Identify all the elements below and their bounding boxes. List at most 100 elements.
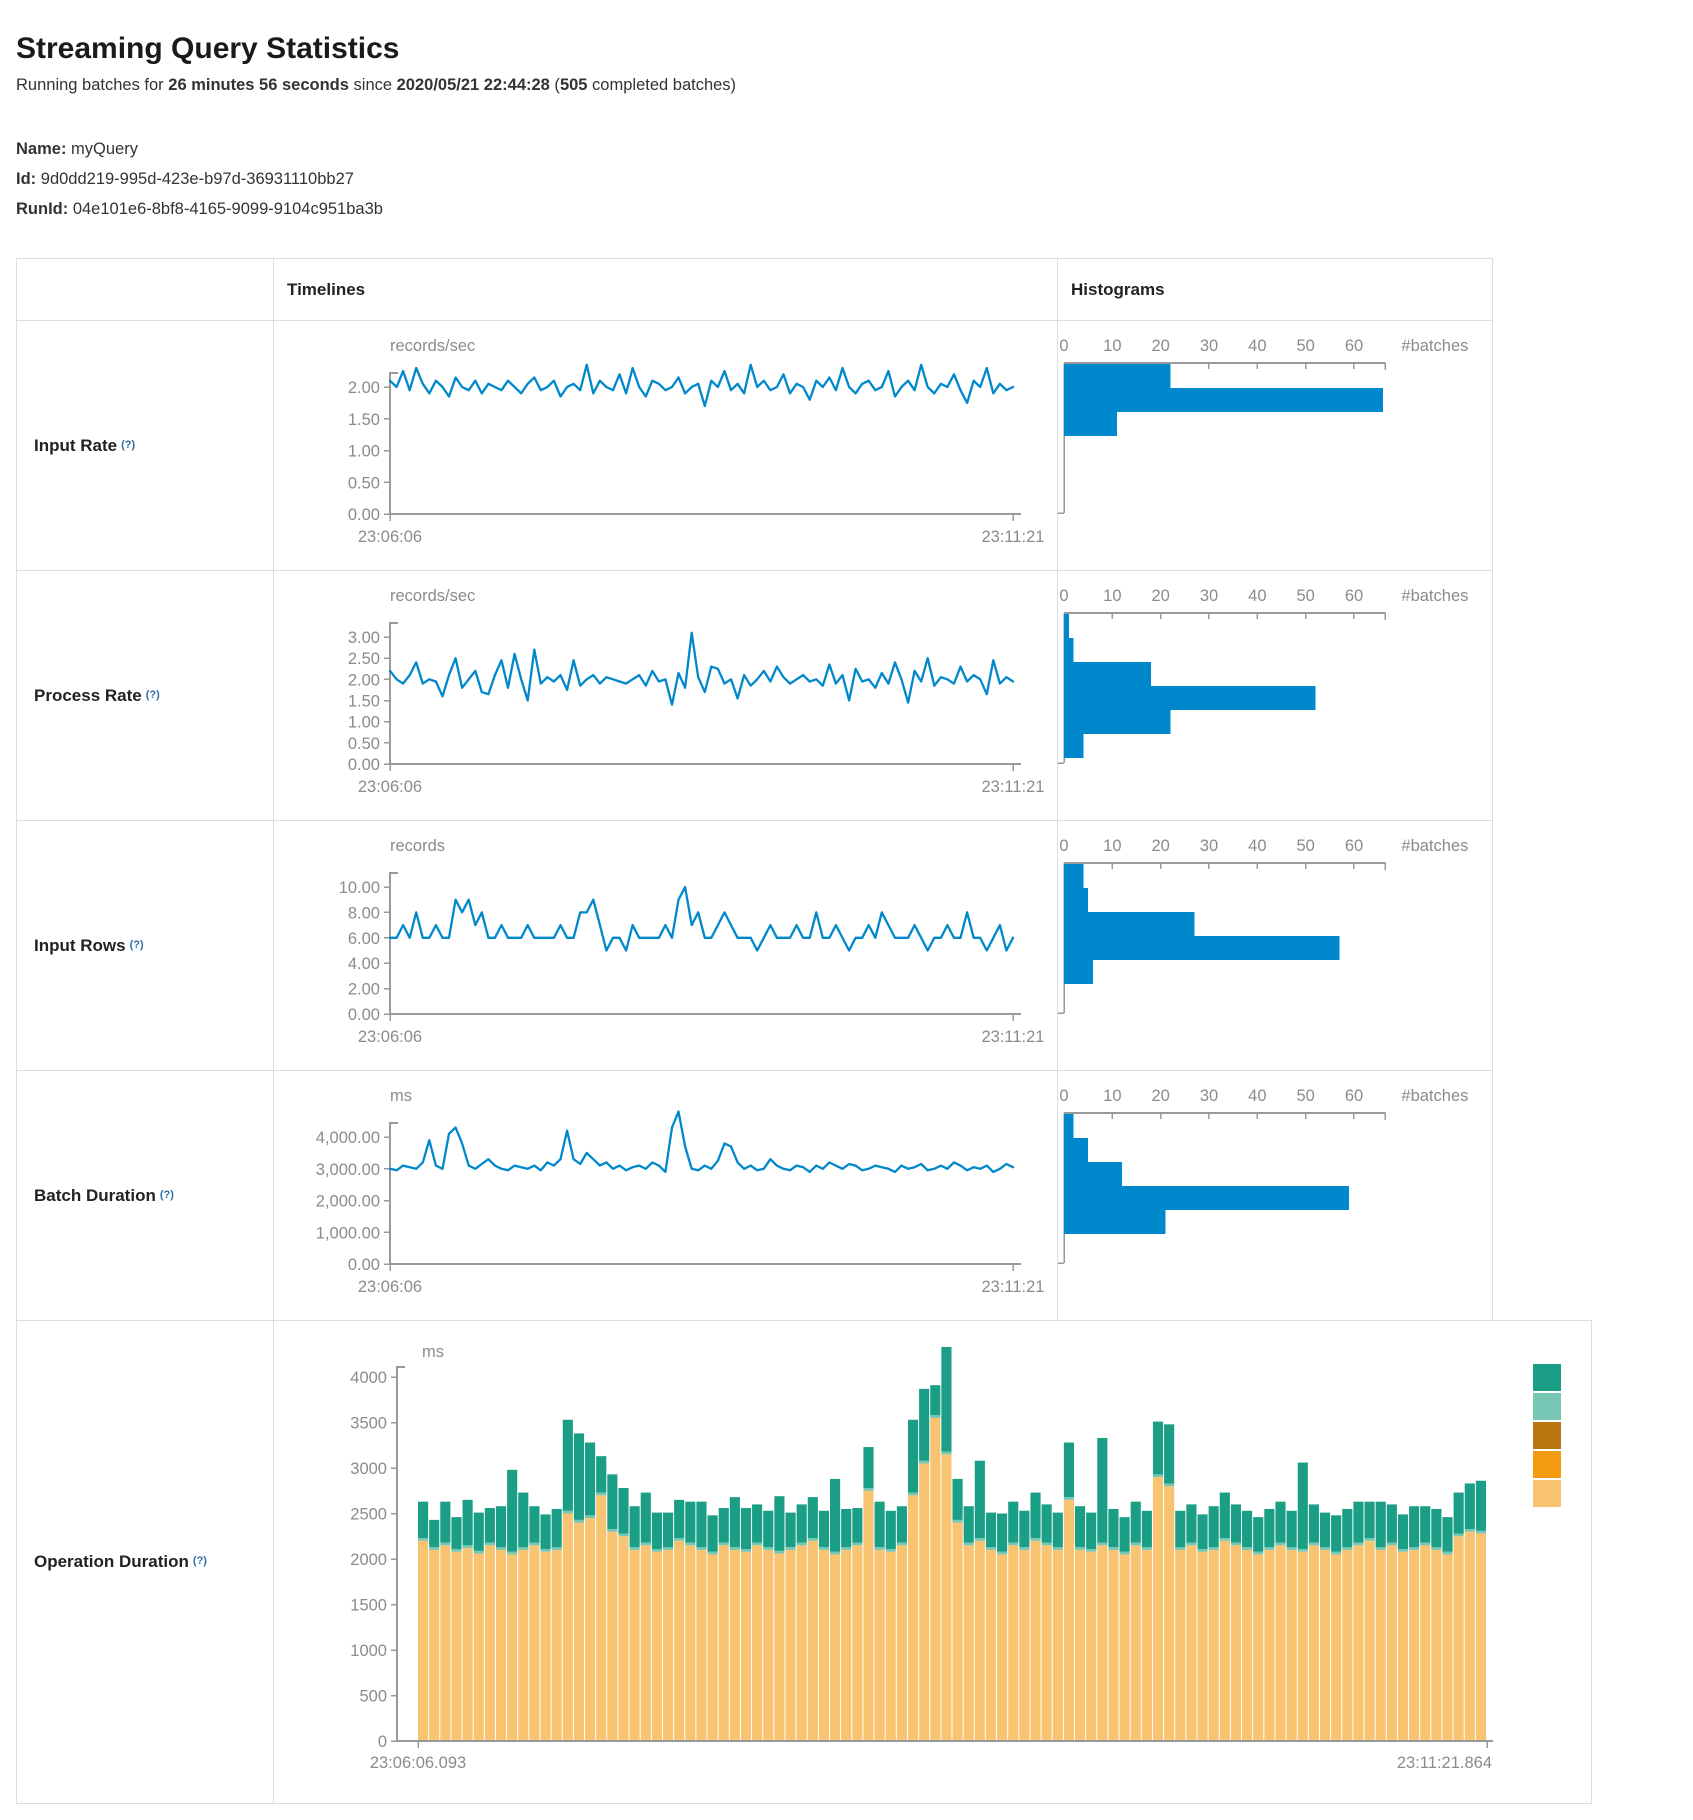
row-batch-duration: Batch Duration(?) ms4,000.003,000.002,00… — [17, 1071, 1492, 1321]
stacked-bar-segment — [1242, 1511, 1252, 1547]
stacked-bar-segment — [774, 1496, 784, 1551]
stacked-bar-segment — [997, 1552, 1007, 1555]
hist-tick-label: 20 — [1151, 587, 1169, 605]
input-rate-timeline-svg: records/sec2.001.501.000.500.0023:06:062… — [274, 321, 1056, 570]
stacked-bar-segment — [752, 1543, 762, 1546]
y-tick-label: 4.00 — [348, 955, 380, 973]
stacked-bar-segment — [774, 1551, 784, 1554]
process-rate-help-icon[interactable]: (?) — [146, 689, 160, 701]
operation-duration-chart: ms4000350030002500200015001000500023:06:… — [274, 1321, 1591, 1803]
x-right-label: 23:11:21 — [981, 1028, 1044, 1046]
stacked-bar-segment — [674, 1538, 684, 1541]
header-empty-cell — [17, 259, 274, 320]
stacked-bar-segment — [997, 1554, 1007, 1741]
stacked-bar-segment — [908, 1493, 918, 1496]
stacked-bar-segment — [1476, 1534, 1486, 1741]
stacked-bar-segment — [819, 1547, 829, 1550]
stacked-bar-segment — [596, 1493, 606, 1496]
y-tick-label: 3,000.00 — [316, 1161, 380, 1179]
stacked-bar-segment — [1120, 1517, 1130, 1552]
stacked-bar-segment — [1030, 1538, 1040, 1541]
input-rows-help-icon[interactable]: (?) — [130, 939, 144, 951]
stacked-bar-segment — [563, 1420, 573, 1511]
batch-duration-help-icon[interactable]: (?) — [160, 1189, 174, 1201]
stacked-bar-segment — [585, 1515, 595, 1518]
stacked-bar-segment — [852, 1543, 862, 1546]
stacked-bar-segment — [529, 1545, 539, 1741]
stacked-bar-segment — [730, 1550, 740, 1741]
stacked-bar-segment — [1220, 1541, 1230, 1741]
stacked-bar-segment — [819, 1511, 829, 1547]
stacked-bar-segment — [1108, 1547, 1118, 1550]
y-tick-label: 2500 — [350, 1506, 387, 1524]
hist-tick-label: 20 — [1151, 837, 1169, 855]
stacked-bar-segment — [863, 1447, 873, 1488]
stacked-bar-segment — [1086, 1513, 1096, 1549]
y-tick-label: 4000 — [350, 1369, 387, 1387]
stacked-bar-segment — [1175, 1511, 1185, 1547]
stacked-bar-segment — [863, 1488, 873, 1491]
input-rows-label: Input Rows(?) — [17, 821, 274, 1070]
input-rate-help-icon[interactable]: (?) — [121, 439, 135, 451]
stacked-bar-segment — [919, 1463, 929, 1741]
header-histograms: Histograms — [1058, 259, 1492, 320]
stacked-bar-segment — [1465, 1529, 1475, 1532]
stacked-bar-segment — [830, 1554, 840, 1741]
stacked-bar-segment — [1353, 1502, 1363, 1543]
stacked-bar-segment — [1298, 1549, 1308, 1552]
stacked-bar-segment — [1008, 1545, 1018, 1741]
stacked-bar-segment — [1442, 1517, 1452, 1552]
hist-bar — [1064, 864, 1083, 888]
stacked-bar-segment — [630, 1550, 640, 1741]
stacked-bar-segment — [1331, 1554, 1341, 1741]
process-rate-timeline-chart: records/sec3.002.502.001.501.000.500.002… — [274, 571, 1057, 820]
input-rows-timeline-svg: records10.008.006.004.002.000.0023:06:06… — [274, 821, 1056, 1070]
hist-bar — [1064, 364, 1170, 388]
x-left-label: 23:06:06 — [358, 1028, 422, 1046]
stacked-bar-segment — [474, 1513, 484, 1551]
hist-batches-label: #batches — [1401, 587, 1468, 605]
stacked-bar-segment — [897, 1545, 907, 1741]
query-name-label: Name: — [16, 140, 66, 158]
stacked-bar-segment — [485, 1508, 495, 1543]
stacked-bar-segment — [1108, 1509, 1118, 1547]
hist-bar — [1064, 412, 1117, 436]
stacked-bar-segment — [897, 1506, 907, 1542]
stacked-bar-segment — [641, 1545, 651, 1741]
hist-bar — [1064, 388, 1383, 412]
hist-tick-label: 0 — [1059, 337, 1068, 355]
stacked-bar-segment — [529, 1506, 539, 1542]
process-rate-histogram-svg: 0102030405060#batches — [1058, 571, 1492, 820]
stacked-bar-segment — [451, 1549, 461, 1552]
stacked-bar-segment — [1420, 1545, 1430, 1741]
stacked-bar-segment — [1298, 1552, 1308, 1741]
stacked-bar-segment — [1253, 1517, 1263, 1552]
stacked-bar-segment — [919, 1389, 929, 1461]
stacked-bar-segment — [774, 1554, 784, 1741]
hist-batches-label: #batches — [1401, 1087, 1468, 1105]
stacked-bar-segment — [1064, 1443, 1074, 1498]
row-input-rate: Input Rate(?) records/sec2.001.501.000.5… — [17, 321, 1492, 571]
x-left-label: 23:06:06 — [358, 528, 422, 546]
stacked-bar-segment — [1320, 1550, 1330, 1741]
y-axis — [390, 623, 398, 764]
hist-bar — [1064, 1162, 1122, 1186]
x-right-label: 23:11:21 — [981, 528, 1044, 546]
stacked-bar-segment — [574, 1520, 584, 1523]
stacked-bar-segment — [785, 1550, 795, 1741]
stacked-bar-segment — [964, 1506, 974, 1542]
y-tick-label: 1000 — [350, 1642, 387, 1660]
stacked-bar-segment — [518, 1547, 528, 1550]
stacked-bar-segment — [1398, 1552, 1408, 1741]
hist-tick-label: 10 — [1103, 1087, 1121, 1105]
stacked-bar-segment — [1420, 1506, 1430, 1542]
input-rows-histogram-chart: 0102030405060#batches — [1058, 821, 1492, 1070]
stacked-bar-segment — [1298, 1463, 1308, 1549]
batch-duration-label: Batch Duration(?) — [17, 1071, 274, 1321]
stacked-bar-segment — [696, 1550, 706, 1741]
stacked-bar-segment — [552, 1550, 562, 1741]
stacked-bar-segment — [1019, 1511, 1029, 1547]
operation-duration-help-icon[interactable]: (?) — [193, 1555, 207, 1567]
batch-duration-histogram-svg: 0102030405060#batches — [1058, 1071, 1492, 1320]
query-runid-label: RunId: — [16, 200, 68, 218]
